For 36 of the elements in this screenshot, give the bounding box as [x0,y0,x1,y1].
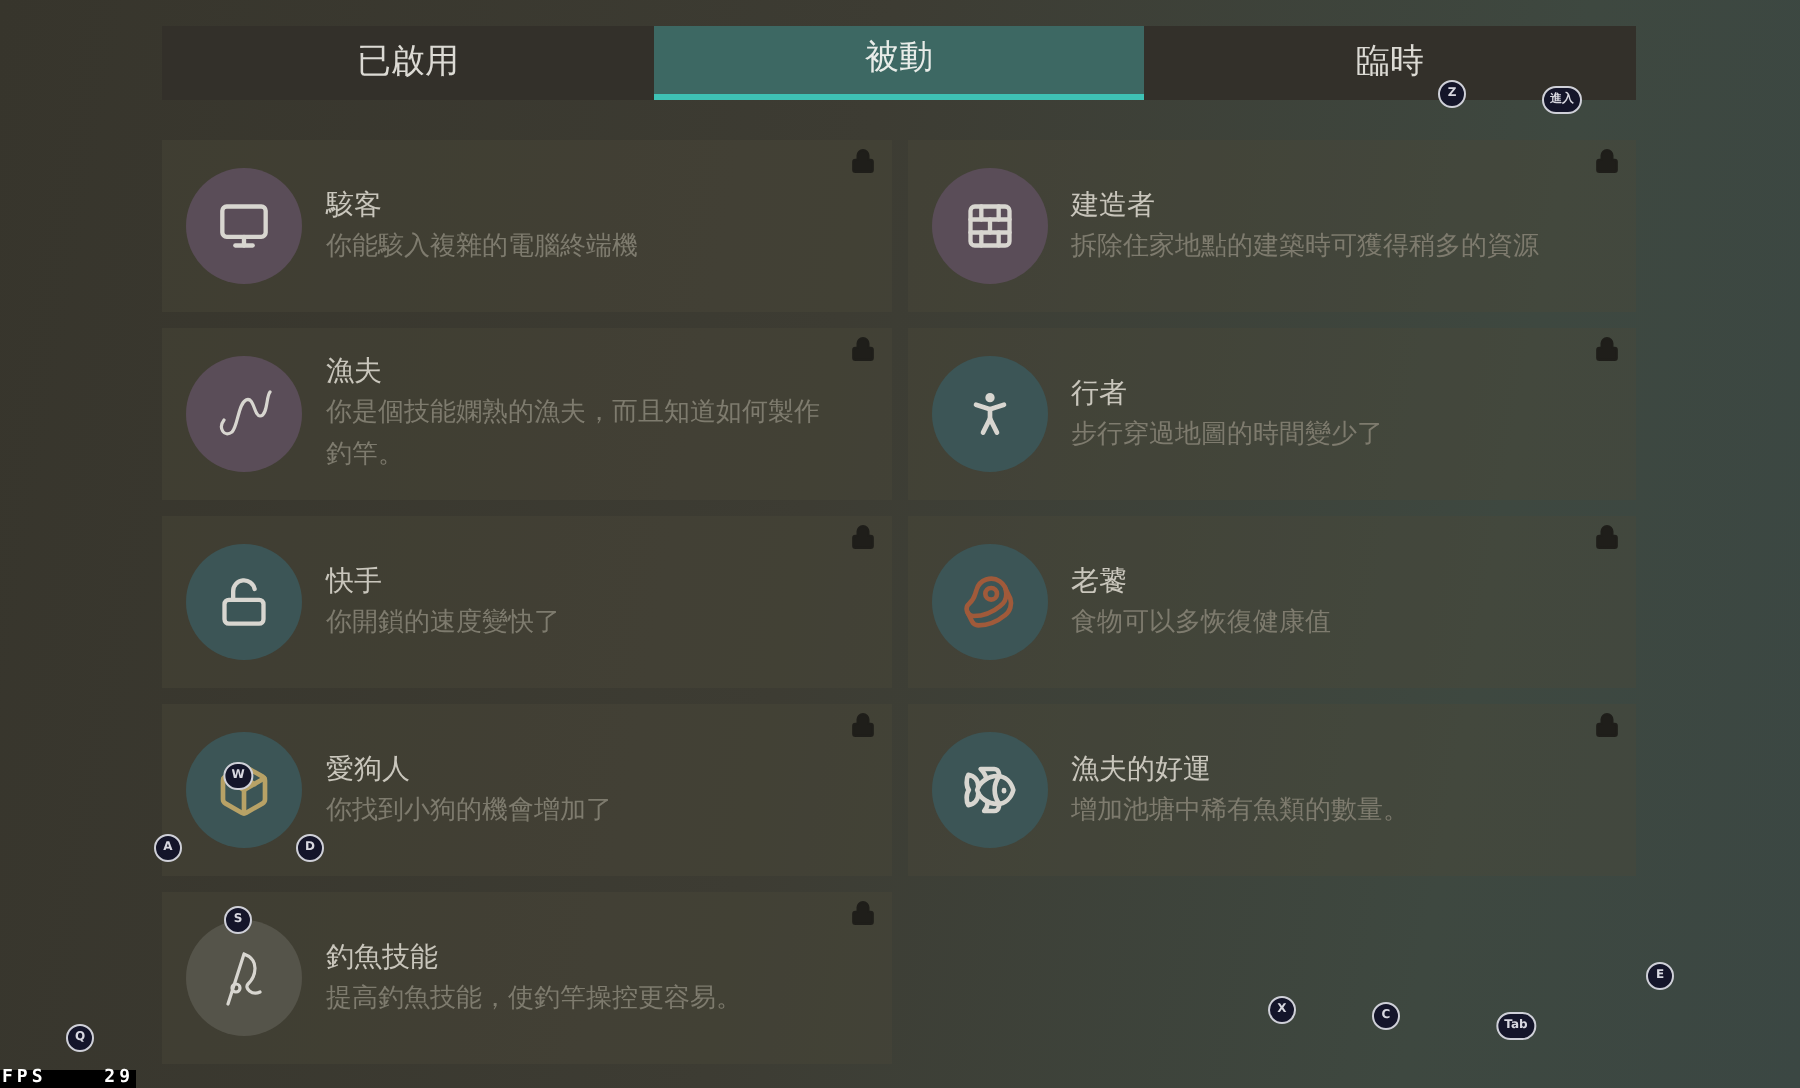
perk-title: 漁夫 [326,354,384,392]
perk-description: 提高釣魚技能，使釣竿操控更容易。 [326,981,744,1017]
perk-title: 老饕 [1071,563,1129,601]
perk-description: 增加池塘中稀有魚類的數量。 [1071,793,1411,829]
perk-card[interactable]: 漁夫 你是個技能嫻熟的漁夫，而且知道如何製作釣竿。 [162,328,891,500]
perk-card[interactable]: 快手 你開鎖的速度變快了 [162,516,891,688]
perk-title: 建造者 [1071,187,1157,225]
perk-title: 快手 [326,563,384,601]
tab[interactable]: 被動 [653,26,1145,100]
perk-card[interactable]: 行者 步行穿過地圖的時間變少了 [907,328,1636,500]
computer-icon [218,200,270,252]
hook-icon [214,388,274,440]
steak-icon [961,574,1017,630]
perk-description: 你找到小狗的機會增加了 [326,793,614,829]
perk-title: 愛狗人 [326,751,412,789]
tab[interactable]: 已啟用 [162,26,654,100]
perk-card[interactable]: 老饕 食物可以多恢復健康值 [907,516,1636,688]
perk-card[interactable]: 漁夫的好運 增加池塘中稀有魚類的數量。 [907,704,1636,876]
perk-description: 你是個技能嫻熟的漁夫，而且知道如何製作釣竿。 [326,396,822,474]
perk-description: 食物可以多恢復健康值 [1071,605,1333,641]
perk-description: 你開鎖的速度變快了 [326,605,562,641]
brick-wall-icon [963,200,1015,252]
perk-description: 步行穿過地圖的時間變少了 [1071,417,1385,453]
perk-description: 你能駭入複雜的電腦終端機 [326,229,640,265]
perk-card[interactable]: 建造者 拆除住家地點的建築時可獲得稍多的資源 [907,140,1636,312]
perk-title: 行者 [1071,375,1129,413]
perk-title: 駭客 [326,187,384,225]
box-icon [216,762,272,818]
padlock-icon [218,576,270,628]
perk-title: 釣魚技能 [326,939,440,977]
fps-value: 29 [104,1070,134,1088]
perk-description: 拆除住家地點的建築時可獲得稍多的資源 [1071,229,1541,265]
perk-card[interactable]: 駭客 你能駭入複雜的電腦終端機 [162,140,891,312]
perk-title: 漁夫的好運 [1071,751,1213,789]
fps-label: FPS [2,1070,47,1088]
fish-icon [961,762,1017,818]
